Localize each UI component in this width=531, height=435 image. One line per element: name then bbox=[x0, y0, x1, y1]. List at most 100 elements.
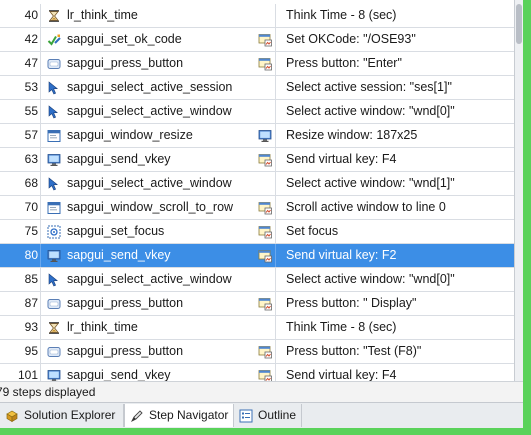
column-divider bbox=[40, 172, 41, 195]
step-row[interactable]: 70 sapgui_window_scroll_to_row Scroll acti… bbox=[0, 196, 514, 220]
monitor-icon bbox=[47, 153, 61, 167]
step-function-name: sapgui_select_active_window bbox=[67, 272, 232, 286]
step-description: Resize window: 187x25 bbox=[286, 128, 418, 142]
snapshot-icon[interactable] bbox=[258, 201, 272, 215]
tab-label: Step Navigator bbox=[149, 408, 229, 422]
tab-step-navigator[interactable]: Step Navigator bbox=[124, 404, 234, 427]
snapshot-icon[interactable] bbox=[258, 297, 272, 311]
step-number: 63 bbox=[24, 152, 38, 166]
column-divider bbox=[275, 76, 276, 99]
column-divider bbox=[40, 76, 41, 99]
column-divider bbox=[275, 148, 276, 171]
step-row[interactable]: 68 sapgui_select_active_window Select acti… bbox=[0, 172, 514, 196]
column-divider bbox=[275, 196, 276, 219]
step-number: 57 bbox=[24, 128, 38, 142]
step-function-name: sapgui_window_scroll_to_row bbox=[67, 200, 234, 214]
press-button-icon bbox=[47, 57, 61, 71]
step-row[interactable]: 63 sapgui_send_vkey Send virtual key: F4 bbox=[0, 148, 514, 172]
tab-label: Outline bbox=[258, 408, 297, 422]
tab-label: Solution Explorer bbox=[24, 408, 116, 422]
step-row[interactable]: 40 lr_think_time Think Time - 8 (sec) bbox=[0, 4, 514, 28]
step-description: Scroll active window to line 0 bbox=[286, 200, 446, 214]
step-row[interactable]: 93 lr_think_time Think Time - 8 (sec) bbox=[0, 316, 514, 340]
step-number: 95 bbox=[24, 344, 38, 358]
column-divider bbox=[275, 244, 276, 267]
column-divider bbox=[275, 292, 276, 315]
step-row[interactable]: 75 sapgui_set_focus Set focus bbox=[0, 220, 514, 244]
column-divider bbox=[40, 220, 41, 243]
snapshot-icon[interactable] bbox=[258, 153, 272, 167]
column-divider bbox=[275, 220, 276, 243]
step-row[interactable]: 95 sapgui_press_button Press button: "Test… bbox=[0, 340, 514, 364]
status-bar: 79 steps displayed bbox=[0, 381, 523, 402]
cursor-arrow-icon bbox=[47, 177, 61, 191]
step-number: 85 bbox=[24, 272, 38, 286]
snapshot-icon[interactable] bbox=[258, 57, 272, 71]
step-description: Press button: " Display" bbox=[286, 296, 417, 310]
step-description: Set focus bbox=[286, 224, 339, 238]
step-function-name: sapgui_press_button bbox=[67, 56, 184, 70]
step-description: Press button: "Enter" bbox=[286, 56, 402, 70]
column-divider bbox=[40, 340, 41, 363]
step-row[interactable]: 55 sapgui_select_active_window Select acti… bbox=[0, 100, 514, 124]
column-divider bbox=[40, 28, 41, 51]
step-row[interactable]: 101 sapgui_send_vkey Send virtual key: F4 bbox=[0, 364, 514, 381]
snapshot-icon[interactable] bbox=[258, 249, 272, 263]
step-number: 53 bbox=[24, 80, 38, 94]
step-number: 40 bbox=[24, 8, 38, 22]
step-number: 75 bbox=[24, 224, 38, 238]
screen-monitor-icon[interactable] bbox=[258, 129, 272, 143]
step-number: 47 bbox=[24, 56, 38, 70]
solution-explorer-icon bbox=[5, 408, 19, 423]
column-divider bbox=[40, 268, 41, 291]
column-divider bbox=[275, 340, 276, 363]
step-description: Press button: "Test (F8)" bbox=[286, 344, 422, 358]
step-description: Send virtual key: F2 bbox=[286, 248, 397, 262]
snapshot-icon[interactable] bbox=[258, 345, 272, 359]
scrollbar-thumb[interactable] bbox=[516, 4, 522, 44]
bottom-tab-bar: Solution Explorer Step Navigator Outline bbox=[0, 402, 523, 428]
cursor-arrow-icon bbox=[47, 273, 61, 287]
step-description: Select active window: "wnd[0]" bbox=[286, 104, 455, 118]
column-divider bbox=[40, 196, 41, 219]
step-number: 80 bbox=[24, 248, 38, 262]
snapshot-icon[interactable] bbox=[258, 33, 272, 47]
snapshot-icon[interactable] bbox=[258, 369, 272, 381]
window-icon bbox=[47, 201, 61, 215]
step-row[interactable]: 85 sapgui_select_active_window Select acti… bbox=[0, 268, 514, 292]
tab-solution-explorer[interactable]: Solution Explorer bbox=[0, 404, 124, 427]
column-divider bbox=[40, 316, 41, 339]
step-row[interactable]: 42 sapgui_set_ok_code Set OKCode: "/OSE93" bbox=[0, 28, 514, 52]
step-function-name: lr_think_time bbox=[67, 320, 138, 334]
step-row[interactable]: 53 sapgui_select_active_session Select act… bbox=[0, 76, 514, 100]
tab-outline[interactable]: Outline bbox=[234, 404, 302, 427]
step-function-name: lr_think_time bbox=[67, 8, 138, 22]
column-divider bbox=[275, 28, 276, 51]
step-function-name: sapgui_window_resize bbox=[67, 128, 193, 142]
step-number: 55 bbox=[24, 104, 38, 118]
step-number: 70 bbox=[24, 200, 38, 214]
step-description: Select active window: "wnd[0]" bbox=[286, 272, 455, 286]
column-divider bbox=[40, 364, 41, 381]
hourglass-icon bbox=[47, 9, 61, 23]
column-divider bbox=[40, 4, 41, 27]
ok-code-icon bbox=[47, 33, 61, 47]
step-description: Think Time - 8 (sec) bbox=[286, 320, 397, 334]
step-description: Select active window: "wnd[1]" bbox=[286, 176, 455, 190]
step-navigator-icon bbox=[130, 408, 144, 423]
column-divider bbox=[275, 316, 276, 339]
step-function-name: sapgui_select_active_window bbox=[67, 176, 232, 190]
step-row[interactable]: 47 sapgui_press_button Press button: "Ente… bbox=[0, 52, 514, 76]
step-row[interactable]: 80 sapgui_send_vkey Send virtual key: F2 bbox=[0, 244, 514, 268]
column-divider bbox=[275, 100, 276, 123]
step-description: Set OKCode: "/OSE93" bbox=[286, 32, 416, 46]
step-function-name: sapgui_press_button bbox=[67, 296, 184, 310]
step-function-name: sapgui_set_focus bbox=[67, 224, 165, 238]
step-number: 68 bbox=[24, 176, 38, 190]
step-row[interactable]: 57 sapgui_window_resize Resize window: 187… bbox=[0, 124, 514, 148]
vertical-scrollbar[interactable] bbox=[514, 0, 523, 381]
outline-icon bbox=[239, 408, 253, 423]
press-button-icon bbox=[47, 297, 61, 311]
step-row[interactable]: 87 sapgui_press_button Press button: " Dis… bbox=[0, 292, 514, 316]
snapshot-icon[interactable] bbox=[258, 225, 272, 239]
